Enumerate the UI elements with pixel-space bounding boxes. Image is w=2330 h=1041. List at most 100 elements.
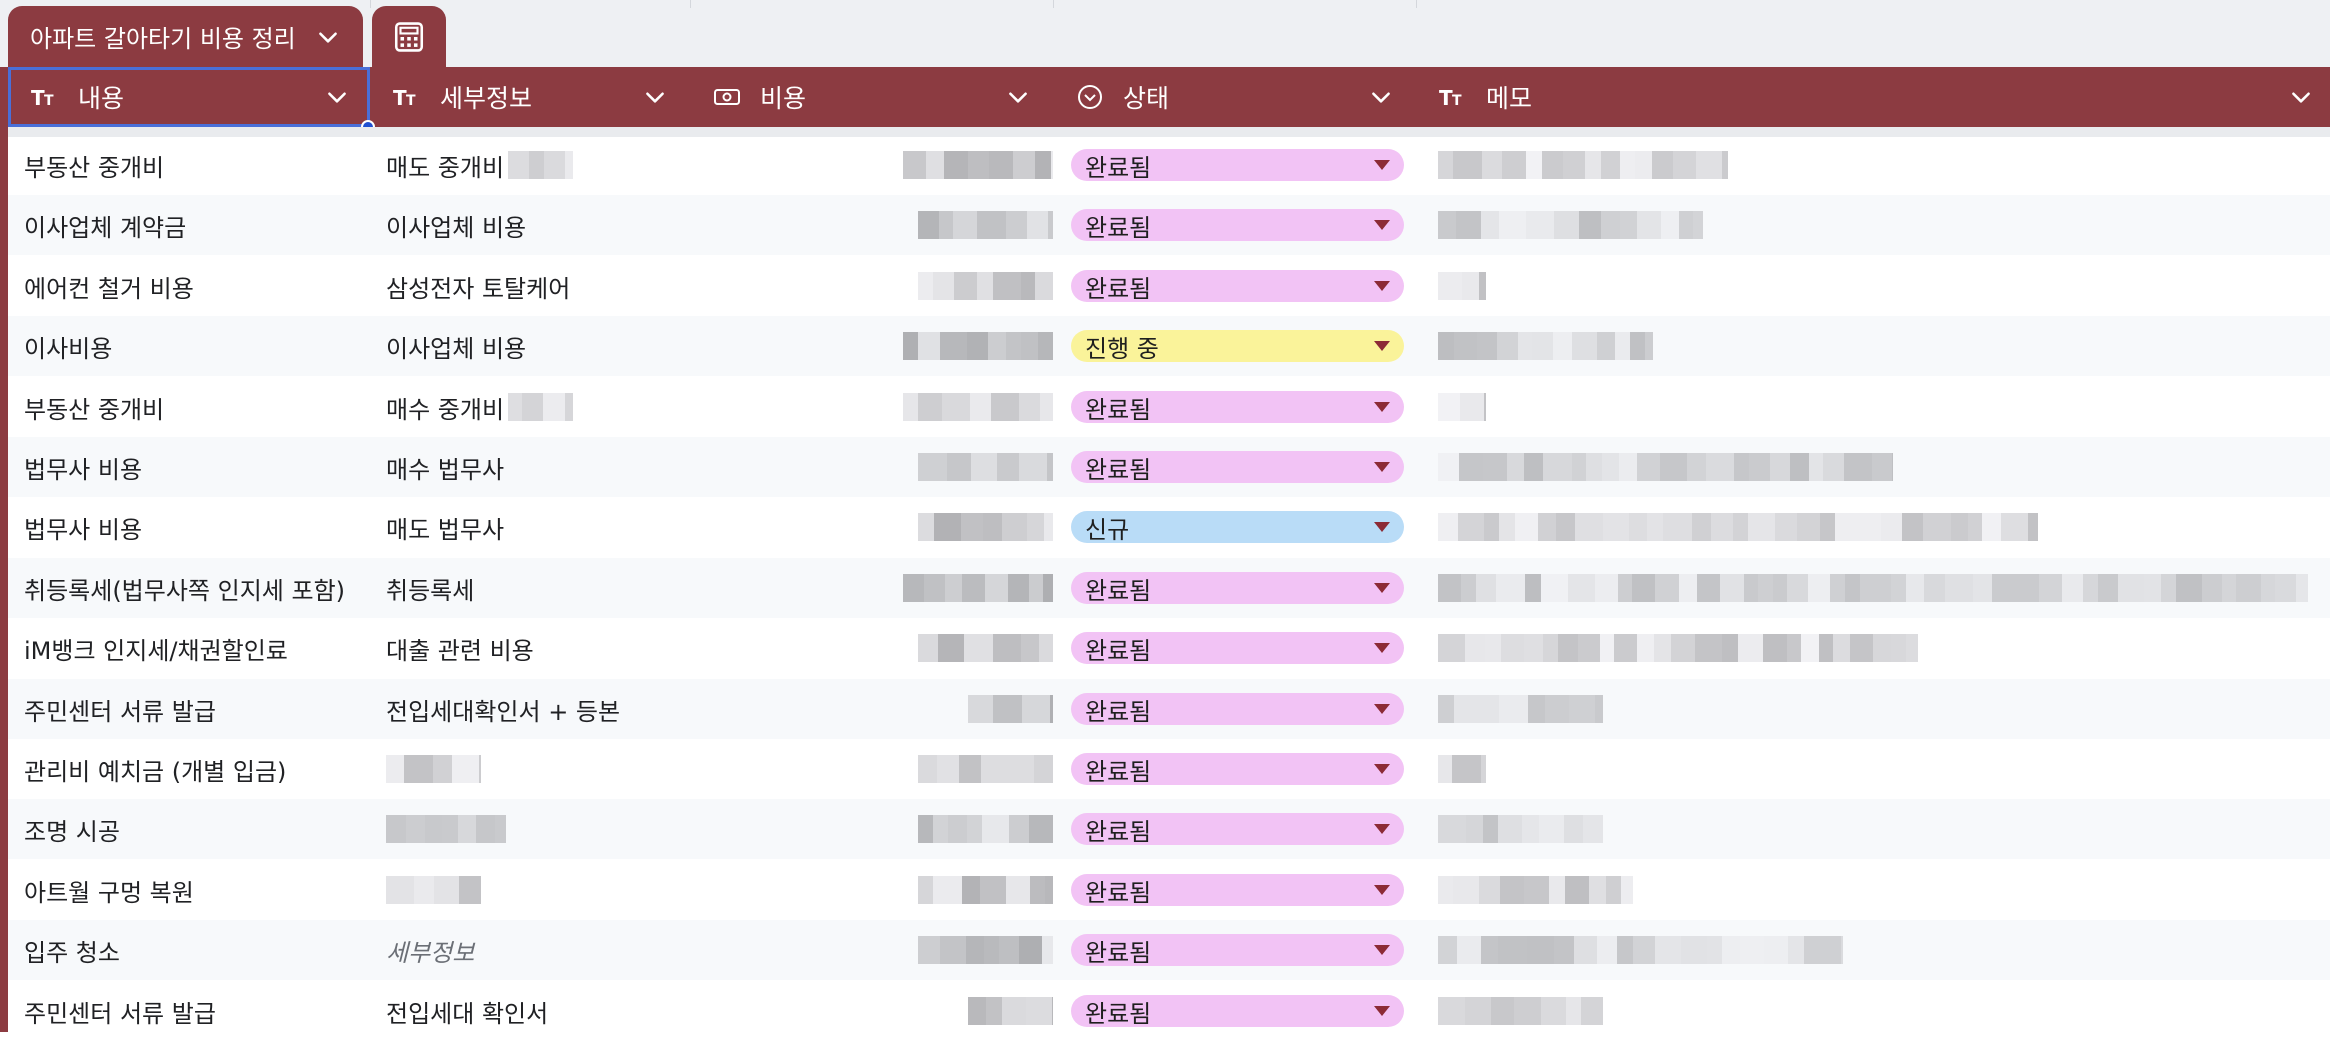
cell-cost[interactable] — [888, 195, 1053, 255]
cell-cost[interactable] — [888, 377, 1053, 437]
status-badge[interactable]: 완료됨 — [1071, 270, 1404, 303]
table-row[interactable]: 이사업체 계약금 이사업체 비용 완료됨 — [8, 195, 2330, 255]
cell-detail[interactable]: 전입세대확인서 + 등본 — [386, 679, 706, 739]
table-row[interactable]: 에어컨 철거 비용 삼성전자 토탈케어 완료됨 — [8, 256, 2330, 316]
cell-status[interactable]: 완료됨 — [1071, 679, 1406, 739]
cell-memo[interactable] — [1438, 558, 2330, 618]
caret-down-icon[interactable] — [1374, 341, 1390, 351]
cell-detail[interactable]: 매도 중개비 — [386, 135, 706, 195]
cell-cost[interactable] — [888, 799, 1053, 859]
chevron-down-icon[interactable] — [1005, 84, 1031, 110]
chevron-down-icon[interactable] — [642, 84, 668, 110]
caret-down-icon[interactable] — [1374, 583, 1390, 593]
cell-cost[interactable] — [888, 316, 1053, 376]
cell-memo[interactable] — [1438, 377, 2330, 437]
status-badge[interactable]: 완료됨 — [1071, 209, 1404, 242]
chevron-down-icon[interactable] — [1368, 84, 1394, 110]
cell-detail[interactable]: 매수 중개비 — [386, 377, 706, 437]
cell-name[interactable]: 입주 청소 — [24, 920, 364, 980]
table-row[interactable]: 입주 청소 세부정보 완료됨 — [8, 920, 2330, 980]
cell-memo[interactable] — [1438, 437, 2330, 497]
cell-status[interactable]: 신규 — [1071, 497, 1406, 557]
status-badge[interactable]: 완료됨 — [1071, 874, 1404, 907]
status-badge[interactable]: 완료됨 — [1071, 149, 1404, 182]
status-badge[interactable]: 완료됨 — [1071, 451, 1404, 484]
cell-cost[interactable] — [888, 920, 1053, 980]
cell-memo[interactable] — [1438, 256, 2330, 316]
cell-memo[interactable] — [1438, 981, 2330, 1041]
cell-detail[interactable]: 세부정보 — [386, 920, 706, 980]
cell-detail[interactable]: 이사업체 비용 — [386, 195, 706, 255]
cell-detail[interactable]: 매수 법무사 — [386, 437, 706, 497]
cell-cost[interactable] — [888, 135, 1053, 195]
cell-memo[interactable] — [1438, 920, 2330, 980]
status-badge[interactable]: 완료됨 — [1071, 572, 1404, 605]
caret-down-icon[interactable] — [1374, 824, 1390, 834]
cell-status[interactable]: 완료됨 — [1071, 558, 1406, 618]
cell-cost[interactable] — [888, 256, 1053, 316]
cell-name[interactable]: 주민센터 서류 발급 — [24, 981, 364, 1041]
cell-status[interactable]: 완료됨 — [1071, 377, 1406, 437]
cell-detail[interactable]: 전입세대 확인서 — [386, 981, 706, 1041]
cell-name[interactable]: 법무사 비용 — [24, 497, 364, 557]
cell-memo[interactable] — [1438, 679, 2330, 739]
calculator-tab[interactable] — [372, 6, 446, 67]
chevron-down-icon[interactable] — [2288, 84, 2314, 110]
cell-memo[interactable] — [1438, 739, 2330, 799]
cell-cost[interactable] — [888, 860, 1053, 920]
table-row[interactable]: 법무사 비용 매도 법무사 신규 — [8, 497, 2330, 557]
cell-name[interactable]: 법무사 비용 — [24, 437, 364, 497]
cell-detail[interactable]: 매도 법무사 — [386, 497, 706, 557]
cell-name[interactable]: iM뱅크 인지세/채권할인료 — [24, 618, 364, 678]
table-row[interactable]: 조명 시공 완료됨 — [8, 799, 2330, 859]
cell-name[interactable]: 주민센터 서류 발급 — [24, 679, 364, 739]
cell-detail[interactable] — [386, 799, 706, 859]
cell-memo[interactable] — [1438, 497, 2330, 557]
caret-down-icon[interactable] — [1374, 1006, 1390, 1016]
cell-status[interactable]: 완료됨 — [1071, 981, 1406, 1041]
caret-down-icon[interactable] — [1374, 764, 1390, 774]
caret-down-icon[interactable] — [1374, 402, 1390, 412]
cell-status[interactable]: 완료됨 — [1071, 920, 1406, 980]
cell-detail[interactable] — [386, 739, 706, 799]
cell-status[interactable]: 완료됨 — [1071, 135, 1406, 195]
table-row[interactable]: 주민센터 서류 발급 전입세대 확인서 완료됨 — [8, 981, 2330, 1041]
cell-status[interactable]: 완료됨 — [1071, 195, 1406, 255]
column-header-status[interactable]: 상태 — [1053, 67, 1416, 127]
column-header-cost[interactable]: 비용 — [690, 67, 1053, 127]
cell-name[interactable]: 관리비 예치금 (개별 입금) — [24, 739, 364, 799]
cell-status[interactable]: 완료됨 — [1071, 799, 1406, 859]
cell-cost[interactable] — [888, 679, 1053, 739]
cell-detail[interactable]: 삼성전자 토탈케어 — [386, 256, 706, 316]
cell-status[interactable]: 진행 중 — [1071, 316, 1406, 376]
cell-memo[interactable] — [1438, 799, 2330, 859]
cell-cost[interactable] — [888, 437, 1053, 497]
cell-cost[interactable] — [888, 618, 1053, 678]
table-row[interactable]: 취등록세(법무사쪽 인지세 포함) 취등록세 완료됨 — [8, 558, 2330, 618]
column-header-memo[interactable]: TT 메모 — [1416, 67, 2330, 127]
cell-detail[interactable] — [386, 860, 706, 920]
caret-down-icon[interactable] — [1374, 220, 1390, 230]
cell-memo[interactable] — [1438, 860, 2330, 920]
table-row[interactable]: 법무사 비용 매수 법무사 완료됨 — [8, 437, 2330, 497]
cell-cost[interactable] — [888, 981, 1053, 1041]
table-row[interactable]: 부동산 중개비 매도 중개비 완료됨 — [8, 135, 2330, 195]
cell-cost[interactable] — [888, 739, 1053, 799]
cell-name[interactable]: 이사업체 계약금 — [24, 195, 364, 255]
cell-name[interactable]: 조명 시공 — [24, 799, 364, 859]
table-row[interactable]: 이사비용 이사업체 비용 진행 중 — [8, 316, 2330, 376]
status-badge[interactable]: 진행 중 — [1071, 330, 1404, 363]
caret-down-icon[interactable] — [1374, 945, 1390, 955]
cell-memo[interactable] — [1438, 618, 2330, 678]
status-badge[interactable]: 완료됨 — [1071, 391, 1404, 424]
status-badge[interactable]: 완료됨 — [1071, 995, 1404, 1028]
cell-name[interactable]: 부동산 중개비 — [24, 135, 364, 195]
chevron-down-icon[interactable] — [324, 84, 350, 110]
cell-detail[interactable]: 대출 관련 비용 — [386, 618, 706, 678]
status-badge[interactable]: 완료됨 — [1071, 693, 1404, 726]
table-row[interactable]: 관리비 예치금 (개별 입금) 완료됨 — [8, 739, 2330, 799]
cell-status[interactable]: 완료됨 — [1071, 256, 1406, 316]
cell-status[interactable]: 완료됨 — [1071, 860, 1406, 920]
cell-name[interactable]: 이사비용 — [24, 316, 364, 376]
caret-down-icon[interactable] — [1374, 522, 1390, 532]
